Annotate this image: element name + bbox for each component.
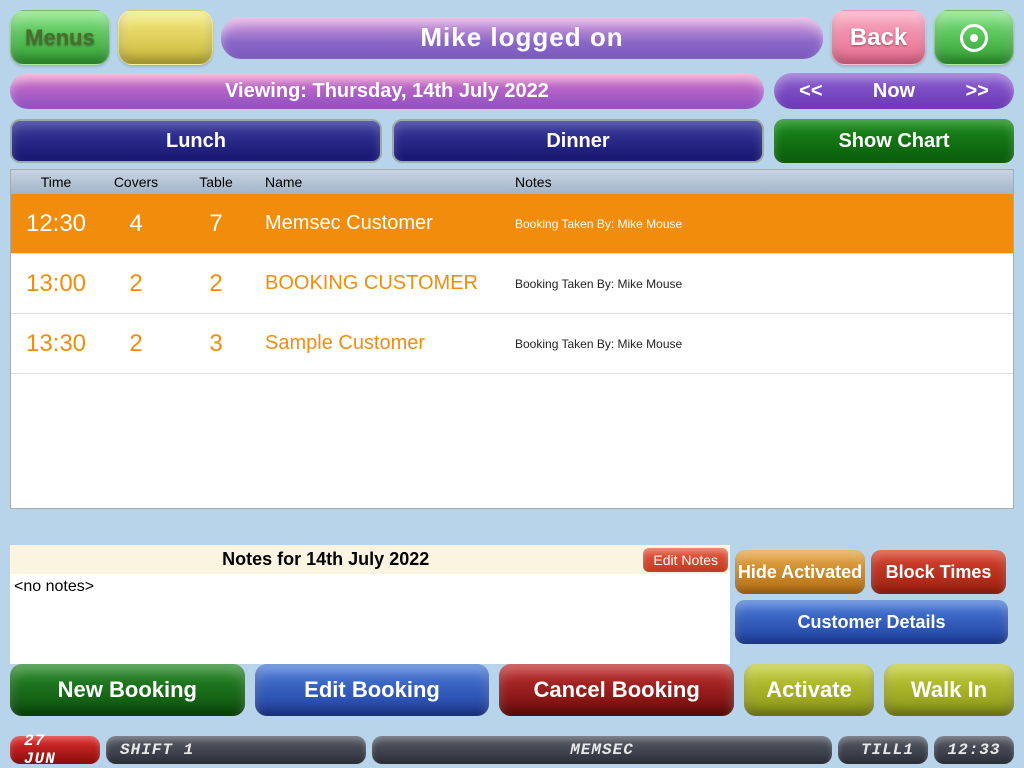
table-header: Time Covers Table Name Notes (11, 170, 1013, 194)
cell-notes: Booking Taken By: Mike Mouse (511, 277, 1013, 291)
notes-title: Notes for 14th July 2022 (10, 545, 641, 574)
edit-notes-button[interactable]: Edit Notes (643, 548, 728, 572)
title-bar: Mike logged on (221, 17, 823, 59)
notes-body: <no notes> (10, 574, 730, 664)
table-row[interactable]: 13:3023Sample CustomerBooking Taken By: … (11, 314, 1013, 374)
lunch-tab[interactable]: Lunch (10, 119, 382, 163)
back-button[interactable]: Back (831, 10, 926, 65)
bookings-table: Time Covers Table Name Notes 12:3047Mems… (10, 169, 1014, 509)
walk-in-button[interactable]: Walk In (884, 664, 1014, 716)
lock-icon (960, 24, 988, 52)
show-chart-button[interactable]: Show Chart (774, 119, 1014, 163)
lock-button[interactable] (934, 10, 1014, 65)
date-now-button[interactable]: Now (873, 80, 915, 103)
notes-panel: Notes for 14th July 2022 Edit Notes <no … (10, 545, 730, 664)
header-time: Time (11, 174, 101, 190)
status-brand: MEMSEC (372, 736, 832, 764)
cancel-booking-button[interactable]: Cancel Booking (499, 664, 734, 716)
header-name: Name (261, 174, 511, 190)
cell-table: 3 (171, 330, 261, 358)
hide-activated-button[interactable]: Hide Activated (735, 550, 865, 594)
cell-table: 2 (171, 270, 261, 298)
table-row[interactable]: 13:0022BOOKING CUSTOMERBooking Taken By:… (11, 254, 1013, 314)
cell-time: 12:30 (11, 210, 101, 238)
table-row[interactable]: 12:3047Memsec CustomerBooking Taken By: … (11, 194, 1013, 254)
activate-button[interactable]: Activate (744, 664, 874, 716)
date-next-button[interactable]: >> (965, 80, 988, 103)
cell-table: 7 (171, 210, 261, 238)
header-table: Table (171, 174, 261, 190)
dinner-tab[interactable]: Dinner (392, 119, 764, 163)
date-prev-button[interactable]: << (799, 80, 822, 103)
status-time: 12:33 (934, 736, 1014, 764)
header-notes: Notes (511, 174, 1013, 190)
cell-covers: 4 (101, 210, 171, 238)
block-times-button[interactable]: Block Times (871, 550, 1006, 594)
cell-notes: Booking Taken By: Mike Mouse (511, 217, 1013, 231)
cell-covers: 2 (101, 330, 171, 358)
cell-name: BOOKING CUSTOMER (261, 272, 511, 295)
status-shift: SHIFT 1 (106, 736, 366, 764)
status-till: TILL1 (838, 736, 928, 764)
blank-button[interactable] (118, 10, 213, 65)
status-date: 27 JUN (10, 736, 100, 764)
cell-time: 13:30 (11, 330, 101, 358)
status-bar: 27 JUN SHIFT 1 MEMSEC TILL1 12:33 (0, 732, 1024, 768)
date-navigation: << Now >> (774, 73, 1014, 109)
edit-booking-button[interactable]: Edit Booking (255, 664, 490, 716)
header-covers: Covers (101, 174, 171, 190)
cell-name: Sample Customer (261, 332, 511, 355)
menus-button[interactable]: Menus (10, 10, 110, 65)
cell-covers: 2 (101, 270, 171, 298)
cell-notes: Booking Taken By: Mike Mouse (511, 337, 1013, 351)
viewing-date-bar: Viewing: Thursday, 14th July 2022 (10, 73, 764, 109)
new-booking-button[interactable]: New Booking (10, 664, 245, 716)
cell-time: 13:00 (11, 270, 101, 298)
cell-name: Memsec Customer (261, 212, 511, 235)
customer-details-button[interactable]: Customer Details (735, 600, 1008, 644)
